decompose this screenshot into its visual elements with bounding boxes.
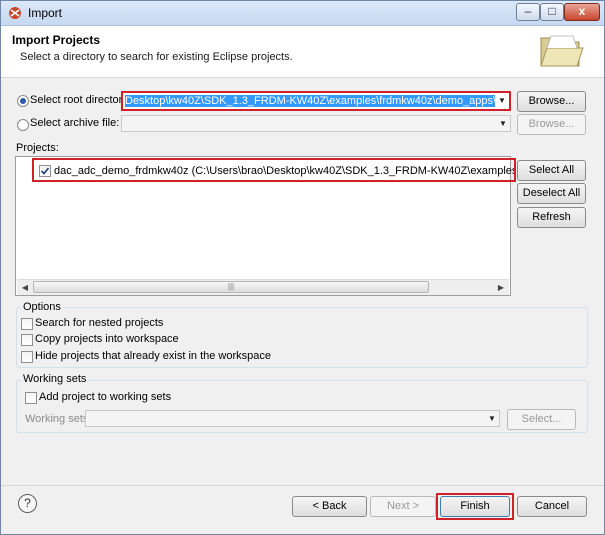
- horizontal-scrollbar[interactable]: ◀ ||| ▶: [17, 279, 509, 295]
- root-directory-input[interactable]: Desktop\kw40Z\SDK_1.3_FRDM-KW40Z\example…: [125, 95, 495, 107]
- options-legend: Options: [21, 301, 63, 313]
- wizard-header: Import Projects Select a directory to se…: [1, 26, 604, 78]
- hide-existing-checkbox[interactable]: [21, 351, 33, 363]
- working-sets-legend: Working sets: [21, 373, 89, 385]
- working-sets-dropdown-arrow-icon[interactable]: ▼: [487, 414, 497, 424]
- footer-separator: [1, 485, 604, 486]
- browse-root-button[interactable]: Browse...: [517, 91, 586, 112]
- minimize-button[interactable]: –: [516, 3, 540, 21]
- scroll-thumb[interactable]: |||: [33, 281, 429, 293]
- working-sets-combo[interactable]: ▼: [85, 410, 500, 427]
- maximize-button[interactable]: □: [540, 3, 564, 21]
- page-title: Import Projects: [12, 33, 101, 47]
- page-subtitle: Select a directory to search for existin…: [20, 51, 293, 63]
- window-title: Import: [28, 6, 63, 20]
- list-item[interactable]: dac_adc_demo_frdmkw40z (C:\Users\brao\De…: [32, 158, 516, 182]
- copy-projects-label: Copy projects into workspace: [35, 333, 179, 345]
- scroll-right-icon[interactable]: ▶: [495, 282, 507, 293]
- archive-dropdown-arrow-icon[interactable]: ▼: [498, 119, 508, 129]
- copy-projects-checkbox[interactable]: [21, 334, 33, 346]
- root-directory-combo[interactable]: Desktop\kw40Z\SDK_1.3_FRDM-KW40Z\example…: [121, 91, 511, 111]
- hide-existing-label: Hide projects that already exist in the …: [35, 350, 272, 362]
- search-nested-checkbox[interactable]: [21, 318, 33, 330]
- eclipse-import-icon: [9, 7, 21, 19]
- deselect-all-button[interactable]: Deselect All: [517, 183, 586, 204]
- project-checkbox[interactable]: [39, 165, 51, 177]
- help-icon[interactable]: ?: [18, 494, 37, 513]
- next-button[interactable]: Next >: [370, 496, 436, 517]
- refresh-button[interactable]: Refresh: [517, 207, 586, 228]
- archive-file-radio[interactable]: [17, 119, 29, 131]
- add-to-working-sets-checkbox[interactable]: [25, 392, 37, 404]
- close-button[interactable]: x: [564, 3, 600, 21]
- title-bar: Import – □ x: [1, 1, 604, 26]
- working-sets-label: Working sets:: [25, 413, 92, 425]
- folder-icon: [540, 35, 584, 67]
- projects-label: Projects:: [16, 142, 59, 154]
- search-nested-label: Search for nested projects: [35, 317, 164, 329]
- root-directory-label: Select root directory:: [30, 94, 131, 106]
- browse-archive-button[interactable]: Browse...: [517, 114, 586, 135]
- finish-button[interactable]: Finish: [440, 496, 510, 517]
- root-directory-radio[interactable]: [17, 95, 29, 107]
- archive-file-label: Select archive file:: [30, 117, 120, 129]
- archive-file-combo[interactable]: ▼: [121, 115, 511, 132]
- back-button[interactable]: < Back: [292, 496, 367, 517]
- project-name: dac_adc_demo_frdmkw40z (C:\Users\brao\De…: [54, 165, 514, 177]
- select-working-sets-button[interactable]: Select...: [507, 409, 576, 430]
- checkmark-icon: [40, 167, 50, 175]
- select-all-button[interactable]: Select All: [517, 160, 586, 181]
- projects-list[interactable]: dac_adc_demo_frdmkw40z (C:\Users\brao\De…: [15, 156, 516, 296]
- add-to-working-sets-label: Add project to working sets: [39, 391, 172, 403]
- cancel-button[interactable]: Cancel: [517, 496, 587, 517]
- scroll-left-icon[interactable]: ◀: [19, 282, 31, 293]
- combo-dropdown-arrow-icon[interactable]: ▼: [497, 96, 507, 106]
